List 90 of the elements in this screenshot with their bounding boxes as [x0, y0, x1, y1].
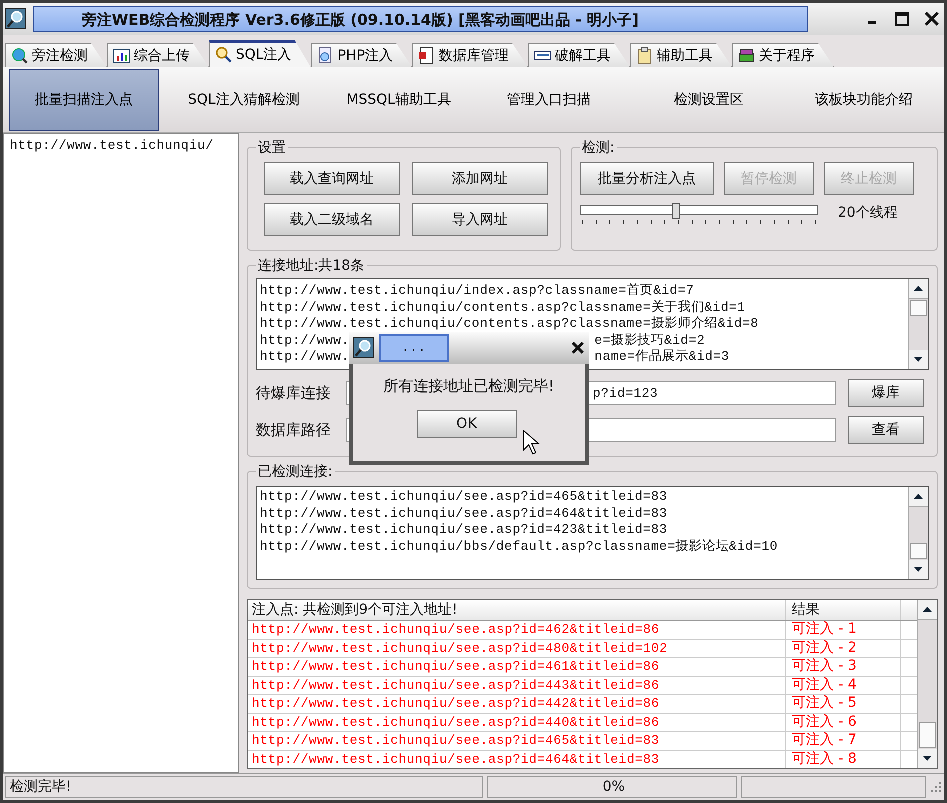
ok-button[interactable]: OK [417, 410, 517, 438]
subtab[interactable]: SQL注入猜解检测 [159, 69, 329, 131]
table-cell: http://www.test.ichunqiu/see.asp?id=442&titleid=86 [248, 695, 786, 712]
maximize-icon[interactable] [894, 11, 910, 27]
close-icon[interactable] [924, 11, 940, 27]
checked-list[interactable] [256, 486, 929, 580]
tab[interactable]: PHP注入 [310, 43, 412, 67]
table-cell: 可注入 - 8 [786, 750, 901, 768]
status-text: 检测完毕! [5, 776, 483, 798]
button[interactable]: 批量分析注入点 [580, 162, 714, 195]
group-title: 设置 [256, 139, 288, 157]
magnifier-icon [11, 46, 29, 64]
magnifier-icon [5, 8, 27, 30]
scroll-up-icon[interactable] [918, 600, 937, 620]
table-cell: 可注入 - 6 [786, 714, 901, 731]
progress-text: 0% [487, 776, 737, 798]
tab[interactable]: 破解工具 [528, 43, 630, 67]
table-cell: http://www.test.ichunqiu/see.asp?id=443&titleid=86 [248, 676, 786, 694]
magnifier-icon [215, 46, 233, 64]
list-item-fragment[interactable]: http://www. [260, 349, 350, 366]
button[interactable]: 载入二级域名 [264, 203, 400, 236]
clipboard-icon [636, 46, 654, 64]
table-cell: 可注入 - 1 [786, 621, 901, 638]
group-title: 已检测连接: [256, 463, 335, 481]
button[interactable]: 添加网址 [412, 162, 548, 195]
table-cell: 可注入 - 5 [786, 695, 901, 712]
document-icon [418, 46, 436, 64]
tab[interactable]: 关于程序 [732, 43, 834, 67]
table-cell: http://www.test.ichunqiu/see.asp?id=440&titleid=86 [248, 714, 786, 731]
url-list[interactable]: http://www.test.ichunqiu/ [3, 133, 239, 773]
group-title: 连接地址:共18条 [256, 257, 367, 275]
table-cell: 可注入 - 2 [786, 640, 901, 657]
table-cell: 可注入 - 3 [786, 658, 901, 676]
scrollbar[interactable] [908, 487, 928, 579]
scroll-down-icon[interactable] [918, 749, 937, 768]
resize-grip-icon[interactable] [930, 781, 942, 793]
list-item[interactable]: http://www.test.ichunqiu/contents.asp?classname=关于我们&id=1 [260, 300, 905, 316]
list-item[interactable]: http://www.test.ichunqiu/see.asp?id=465&titleid=83 [260, 489, 905, 506]
scroll-up-icon[interactable] [909, 279, 928, 299]
table-cell: 可注入 - 7 [786, 732, 901, 750]
tab[interactable]: 综合上传 [107, 43, 209, 67]
close-icon[interactable] [571, 341, 585, 355]
list-item-fragment[interactable]: e=摄影技巧&id=2 [594, 332, 706, 349]
button[interactable]: 爆库 [848, 379, 924, 407]
subtab[interactable]: 批量扫描注入点 [9, 69, 159, 131]
table-cell: http://www.test.ichunqiu/see.asp?id=465&titleid=83 [248, 732, 786, 750]
scrollbar[interactable] [908, 279, 928, 369]
scroll-thumb[interactable] [910, 543, 927, 559]
scrollbar[interactable] [917, 600, 937, 768]
list-item-fragment[interactable]: http://www. [260, 332, 350, 349]
tab[interactable]: 数据库管理 [412, 43, 528, 67]
scroll-down-icon[interactable] [909, 350, 928, 369]
thread-count: 20个线程 [838, 204, 898, 222]
table-cell: http://www.test.ichunqiu/see.asp?id=461&titleid=86 [248, 658, 786, 676]
scroll-down-icon[interactable] [909, 560, 928, 579]
list-item-fragment[interactable]: name=作品展示&id=3 [594, 349, 730, 366]
scroll-thumb[interactable] [919, 722, 936, 748]
scroll-thumb[interactable] [910, 300, 927, 316]
table-cell: http://www.test.ichunqiu/see.asp?id=462&titleid=86 [248, 621, 786, 638]
field-label: 数据库路径 [256, 420, 332, 440]
scroll-up-icon[interactable] [909, 487, 928, 507]
table-cell: http://www.test.ichunqiu/see.asp?id=480&titleid=102 [248, 640, 786, 657]
subtab[interactable]: MSSQL辅助工具 [329, 69, 469, 131]
dialog-title: ... [379, 334, 449, 362]
list-item[interactable]: http://www.test.ichunqiu/bbs/default.asp?classname=摄影论坛&id=10 [260, 538, 905, 555]
list-item[interactable]: http://www.test.ichunqiu/ [10, 138, 232, 153]
button[interactable]: 查看 [848, 416, 924, 444]
list-item[interactable]: http://www.test.ichunqiu/contents.asp?classname=摄影师介绍&id=8 [260, 316, 905, 332]
table-cell: http://www.test.ichunqiu/see.asp?id=464&titleid=83 [248, 750, 786, 768]
cursor-icon [523, 430, 541, 456]
window-title: 旁注WEB综合检测程序 Ver3.6修正版 (09.10.14版) [黑客动画吧出品 - 明小子] [33, 6, 808, 32]
table-cell: 可注入 - 4 [786, 676, 901, 694]
tab[interactable]: SQL注入 [209, 40, 311, 67]
thread-slider[interactable] [580, 201, 818, 225]
list-item[interactable]: http://www.test.ichunqiu/see.asp?id=423&titleid=83 [260, 522, 905, 538]
button[interactable]: 导入网址 [412, 203, 548, 236]
column-header[interactable]: 注入点: 共检测到9个可注入地址! [248, 600, 786, 620]
list-item[interactable]: http://www.test.ichunqiu/see.asp?id=464&titleid=83 [260, 506, 905, 522]
tab[interactable]: 旁注检测 [5, 43, 107, 67]
subtab[interactable]: 检测设置区 [629, 69, 789, 131]
tab[interactable]: 辅助工具 [630, 43, 732, 67]
subtab[interactable]: 该板块功能介绍 [789, 69, 939, 131]
bar-chart-icon [113, 46, 131, 64]
list-item[interactable]: http://www.test.ichunqiu/index.asp?classname=首页&id=7 [260, 283, 905, 300]
field-label: 待爆库连接 [256, 384, 332, 402]
subtab[interactable]: 管理入口扫描 [469, 69, 629, 131]
button[interactable]: 载入查询网址 [264, 162, 400, 195]
group-title: 检测: [580, 139, 617, 157]
magnifier-icon [353, 337, 375, 359]
column-header[interactable]: 结果 [786, 600, 901, 620]
